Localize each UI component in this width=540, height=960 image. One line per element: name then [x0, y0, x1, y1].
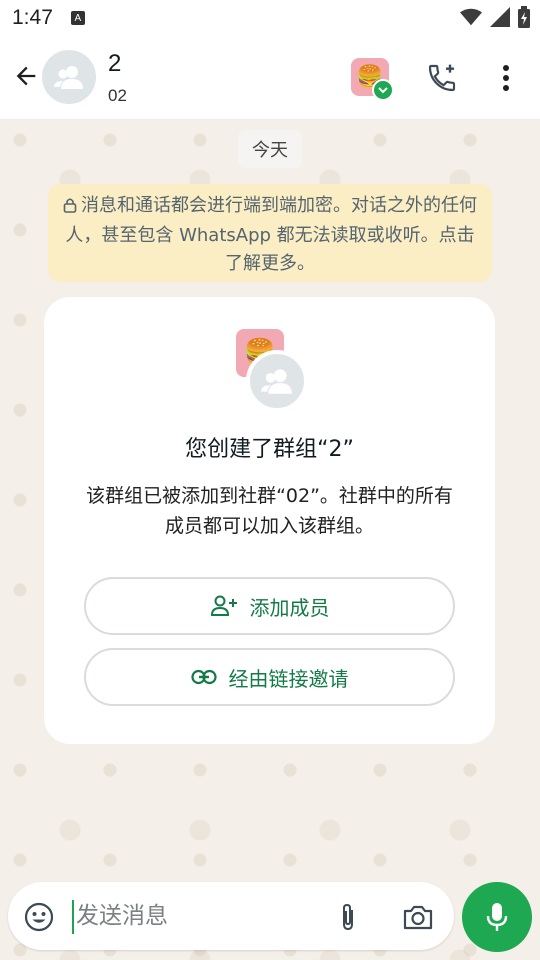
add-members-button[interactable]: 添加成员 [84, 577, 455, 635]
notification-badge: A [70, 11, 85, 25]
status-icons [460, 6, 530, 33]
encryption-notice[interactable]: 消息和通话都会进行端到端加密。对话之外的任何人，甚至包含 WhatsApp 都无… [48, 184, 492, 282]
add-person-icon [210, 595, 237, 616]
add-call-icon [428, 64, 456, 92]
lock-icon [63, 194, 77, 222]
back-button[interactable] [8, 58, 44, 94]
invite-via-link-label: 经由链接邀请 [228, 666, 349, 691]
text-cursor [72, 900, 74, 934]
message-input[interactable] [76, 894, 326, 938]
group-avatar[interactable] [42, 50, 96, 104]
chat-title[interactable]: 2 [108, 50, 121, 78]
chat-header: 2 02 🍔 [0, 36, 540, 120]
camera-icon [403, 905, 433, 930]
attach-icon [343, 903, 353, 931]
check-icon [378, 87, 388, 94]
signal-icon [490, 7, 510, 32]
more-vert-icon [503, 65, 509, 91]
group-icon [54, 66, 83, 89]
invite-via-link-button[interactable]: 经由链接邀请 [84, 648, 455, 706]
card-title: 您创建了群组“2” [185, 437, 354, 462]
emoji-button[interactable] [22, 900, 56, 934]
status-bar: 1:47 A [0, 0, 540, 36]
group-avatar-large [246, 350, 308, 412]
emoji-icon [24, 902, 54, 932]
card-description: 该群组已被添加到社群“02”。社群中的所有成员都可以加入该群组。 [86, 485, 453, 537]
back-arrow-icon [16, 66, 36, 86]
encryption-notice-text: 消息和通话都会进行端到端加密。对话之外的任何人，甚至包含 WhatsApp 都无… [65, 195, 477, 274]
add-members-label: 添加成员 [249, 595, 330, 620]
group-created-card: 🍔 您创建了群组“2” 该群组已被添加到社群“02”。社群中的所有成员都可以加入… [44, 297, 495, 744]
attach-button[interactable] [332, 900, 364, 934]
more-options-button[interactable] [492, 60, 520, 96]
wifi-icon [460, 7, 482, 32]
link-icon [190, 669, 217, 685]
chat-subtitle[interactable]: 02 [108, 86, 127, 106]
battery-icon [518, 6, 530, 33]
group-icon [261, 369, 292, 394]
camera-button[interactable] [400, 900, 436, 934]
date-chip: 今天 [238, 130, 302, 168]
community-badge [372, 79, 394, 101]
mic-icon [486, 903, 508, 931]
add-call-button[interactable] [424, 60, 460, 96]
status-time: 1:47 [12, 6, 53, 29]
message-composer [8, 882, 454, 950]
voice-message-button[interactable] [462, 882, 532, 952]
